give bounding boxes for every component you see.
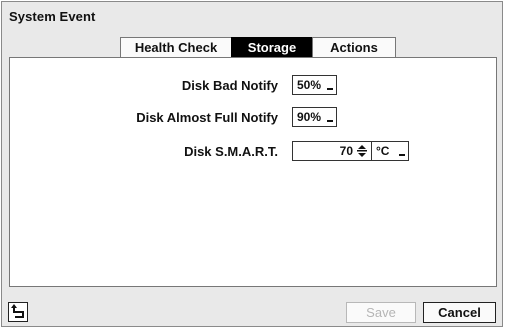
spin-up-down-icon[interactable] xyxy=(357,144,367,158)
save-button[interactable]: Save xyxy=(346,302,416,323)
disk-almost-full-notify-select[interactable]: 90% xyxy=(292,107,337,127)
disk-smart-temperature-value: 70 xyxy=(339,144,353,158)
tab-health-check[interactable]: Health Check xyxy=(120,37,232,57)
storage-panel: Disk Bad Notify 50% Disk Almost Full Not… xyxy=(9,57,497,287)
temperature-unit-select[interactable]: °C xyxy=(371,141,409,161)
disk-bad-notify-value: 50% xyxy=(297,78,322,92)
cancel-button[interactable]: Cancel xyxy=(423,302,496,323)
return-arrow-icon xyxy=(11,304,24,318)
disk-almost-full-notify-label: Disk Almost Full Notify xyxy=(136,110,278,125)
dropdown-arrow-icon xyxy=(399,154,405,156)
tab-bar: Health Check Storage Actions xyxy=(120,37,396,57)
temperature-unit-value: °C xyxy=(376,144,390,158)
system-event-dialog: System Event Health Check Storage Action… xyxy=(1,1,503,327)
dropdown-arrow-icon xyxy=(327,120,333,122)
disk-almost-full-notify-value: 90% xyxy=(297,110,322,124)
back-button[interactable] xyxy=(8,302,28,322)
disk-bad-notify-label: Disk Bad Notify xyxy=(181,78,278,93)
tab-storage[interactable]: Storage xyxy=(231,37,313,57)
dialog-title: System Event xyxy=(9,9,96,24)
disk-smart-temperature-spinbox[interactable]: 70 xyxy=(292,141,372,161)
disk-bad-notify-select[interactable]: 50% xyxy=(292,75,337,95)
tab-actions[interactable]: Actions xyxy=(312,37,396,57)
disk-smart-label: Disk S.M.A.R.T. xyxy=(184,144,278,159)
dropdown-arrow-icon xyxy=(327,88,333,90)
